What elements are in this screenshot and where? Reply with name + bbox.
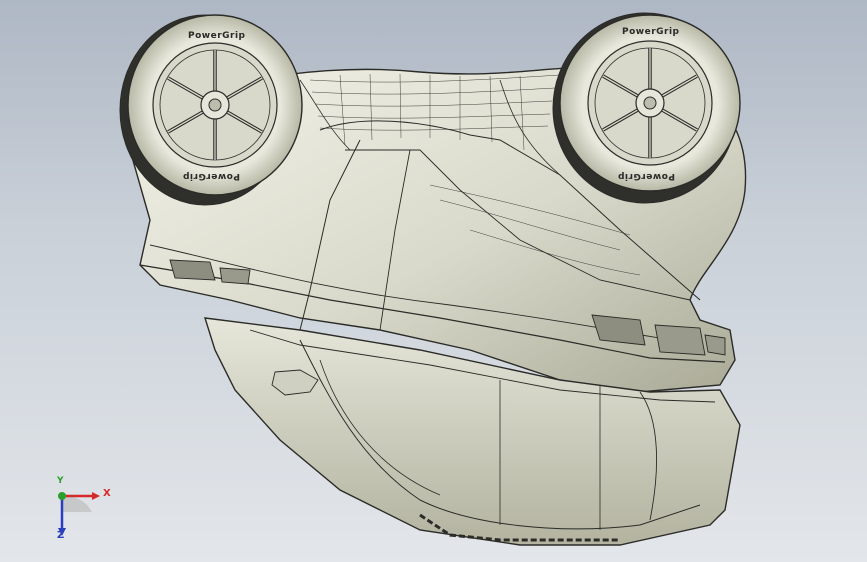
z-axis-label: Z: [57, 530, 65, 541]
left-tire-text-bottom: PowerGrip: [182, 171, 240, 181]
y-axis-label: Y: [57, 476, 64, 486]
graphics-viewport[interactable]: PowerGrip PowerGrip PowerGrip PowerGrip …: [0, 0, 867, 562]
axis-triad: X Y Z: [40, 476, 120, 548]
right-tire-text-bottom: PowerGrip: [617, 171, 675, 181]
left-tire-text-top: PowerGrip: [188, 31, 246, 41]
car-body-model[interactable]: PowerGrip PowerGrip PowerGrip PowerGrip: [0, 0, 867, 562]
x-axis-label: X: [103, 488, 111, 499]
right-tire-text-top: PowerGrip: [622, 27, 680, 37]
